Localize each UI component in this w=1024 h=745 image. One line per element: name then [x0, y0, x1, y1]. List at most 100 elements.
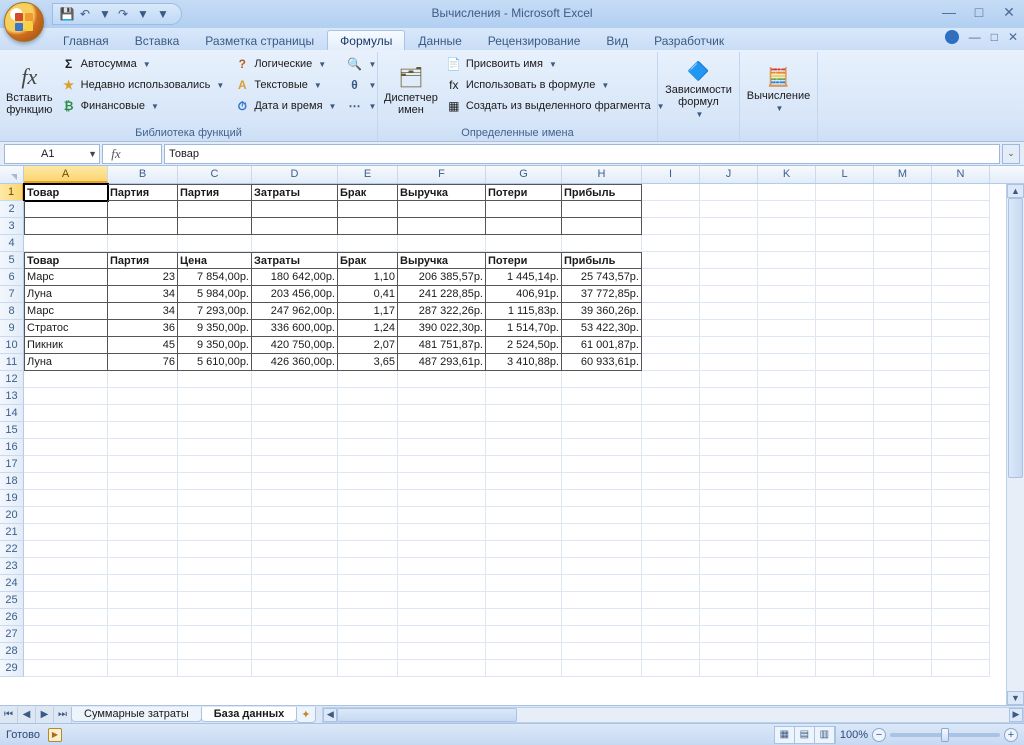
cell-N14[interactable] — [932, 405, 990, 422]
fx-icon[interactable]: fx — [103, 146, 129, 162]
cell-E15[interactable] — [338, 422, 398, 439]
cell-D11[interactable]: 426 360,00р. — [252, 354, 338, 371]
vertical-scroll-thumb[interactable] — [1008, 198, 1023, 478]
cell-E24[interactable] — [338, 575, 398, 592]
cell-A5[interactable]: Товар — [24, 252, 108, 269]
zoom-out-button[interactable]: − — [872, 728, 886, 742]
cell-G18[interactable] — [486, 473, 562, 490]
cell-I26[interactable] — [642, 609, 700, 626]
cell-K5[interactable] — [758, 252, 816, 269]
cell-F14[interactable] — [398, 405, 486, 422]
cell-L3[interactable] — [816, 218, 874, 235]
cell-L8[interactable] — [816, 303, 874, 320]
cell-L11[interactable] — [816, 354, 874, 371]
cell-L16[interactable] — [816, 439, 874, 456]
cell-I1[interactable] — [642, 184, 700, 201]
cell-K17[interactable] — [758, 456, 816, 473]
cell-D9[interactable]: 336 600,00р. — [252, 320, 338, 337]
calculation-button[interactable]: 🧮 Вычисление ▼ — [744, 54, 813, 126]
cell-L17[interactable] — [816, 456, 874, 473]
cell-K12[interactable] — [758, 371, 816, 388]
cell-G20[interactable] — [486, 507, 562, 524]
zoom-in-button[interactable]: + — [1004, 728, 1018, 742]
cell-H10[interactable]: 61 001,87р. — [562, 337, 642, 354]
cell-G16[interactable] — [486, 439, 562, 456]
cell-I14[interactable] — [642, 405, 700, 422]
cell-H8[interactable]: 39 360,26р. — [562, 303, 642, 320]
cell-G13[interactable] — [486, 388, 562, 405]
row-header-15[interactable]: 15 — [0, 422, 24, 439]
cell-M27[interactable] — [874, 626, 932, 643]
cell-D13[interactable] — [252, 388, 338, 405]
column-header-B[interactable]: B — [108, 166, 178, 183]
name-box[interactable]: A1 ▼ — [4, 144, 100, 164]
page-break-view-icon[interactable]: ▥ — [815, 727, 835, 743]
cell-N10[interactable] — [932, 337, 990, 354]
cell-M18[interactable] — [874, 473, 932, 490]
cell-N23[interactable] — [932, 558, 990, 575]
cell-I27[interactable] — [642, 626, 700, 643]
column-header-K[interactable]: K — [758, 166, 816, 183]
ribbon-cmd-присвоить-имя[interactable]: 📄Присвоить имя▼ — [442, 54, 669, 74]
cell-L7[interactable] — [816, 286, 874, 303]
cell-J1[interactable] — [700, 184, 758, 201]
cell-C29[interactable] — [178, 660, 252, 677]
cell-B2[interactable] — [108, 201, 178, 218]
row-header-1[interactable]: 1 — [0, 184, 24, 201]
cell-F19[interactable] — [398, 490, 486, 507]
cell-M21[interactable] — [874, 524, 932, 541]
cell-M12[interactable] — [874, 371, 932, 388]
cell-L14[interactable] — [816, 405, 874, 422]
zoom-slider[interactable] — [890, 733, 1000, 737]
cell-A2[interactable] — [24, 201, 108, 218]
cell-H29[interactable] — [562, 660, 642, 677]
cell-J4[interactable] — [700, 235, 758, 252]
cell-G19[interactable] — [486, 490, 562, 507]
cell-B9[interactable]: 36 — [108, 320, 178, 337]
cell-E26[interactable] — [338, 609, 398, 626]
cell-A4[interactable] — [24, 235, 108, 252]
cell-N28[interactable] — [932, 643, 990, 660]
cell-G12[interactable] — [486, 371, 562, 388]
cell-H22[interactable] — [562, 541, 642, 558]
cell-A20[interactable] — [24, 507, 108, 524]
cell-G8[interactable]: 1 115,83р. — [486, 303, 562, 320]
cell-A23[interactable] — [24, 558, 108, 575]
cell-B16[interactable] — [108, 439, 178, 456]
cell-J11[interactable] — [700, 354, 758, 371]
ribbon-minimize-button[interactable]: — — [969, 30, 981, 44]
office-button[interactable] — [4, 2, 44, 42]
cell-M7[interactable] — [874, 286, 932, 303]
cell-C19[interactable] — [178, 490, 252, 507]
column-header-A[interactable]: A — [24, 166, 108, 183]
cell-H11[interactable]: 60 933,61р. — [562, 354, 642, 371]
cell-H17[interactable] — [562, 456, 642, 473]
cell-B28[interactable] — [108, 643, 178, 660]
maximize-button[interactable]: □ — [970, 4, 988, 21]
cell-C12[interactable] — [178, 371, 252, 388]
cell-D25[interactable] — [252, 592, 338, 609]
ribbon-cmd-использовать-в-формуле[interactable]: fxИспользовать в формуле▼ — [442, 75, 669, 95]
cell-E27[interactable] — [338, 626, 398, 643]
cell-M16[interactable] — [874, 439, 932, 456]
cell-I29[interactable] — [642, 660, 700, 677]
macro-record-icon[interactable]: ▶ — [48, 728, 62, 742]
cell-N25[interactable] — [932, 592, 990, 609]
cell-M1[interactable] — [874, 184, 932, 201]
cell-M20[interactable] — [874, 507, 932, 524]
cell-J20[interactable] — [700, 507, 758, 524]
cell-G17[interactable] — [486, 456, 562, 473]
cell-J2[interactable] — [700, 201, 758, 218]
cell-A15[interactable] — [24, 422, 108, 439]
cell-H9[interactable]: 53 422,30р. — [562, 320, 642, 337]
column-header-L[interactable]: L — [816, 166, 874, 183]
insert-function-button[interactable]: fx Вставить функцию — [4, 54, 55, 126]
ribbon-tab-разметка страницы[interactable]: Разметка страницы — [192, 30, 327, 50]
cell-L21[interactable] — [816, 524, 874, 541]
cell-E17[interactable] — [338, 456, 398, 473]
cell-N15[interactable] — [932, 422, 990, 439]
cell-N6[interactable] — [932, 269, 990, 286]
cell-B29[interactable] — [108, 660, 178, 677]
cell-L1[interactable] — [816, 184, 874, 201]
cell-F24[interactable] — [398, 575, 486, 592]
